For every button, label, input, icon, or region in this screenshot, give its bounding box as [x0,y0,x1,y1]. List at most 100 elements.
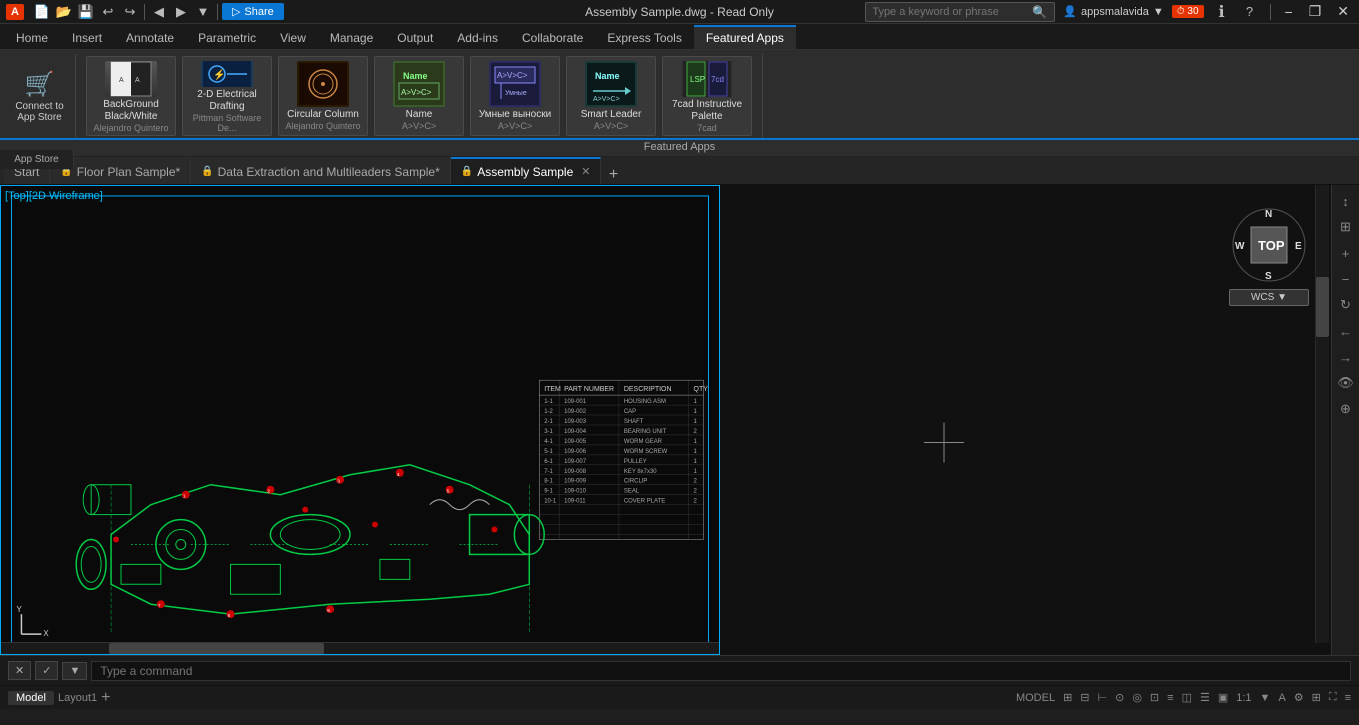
polar-icon[interactable]: ⊙ [1115,691,1124,704]
anno-icon[interactable]: A [1278,692,1285,704]
sep2 [217,4,218,20]
add-tab-button[interactable]: + [601,166,625,184]
walk-tool[interactable]: ⊕ [1334,397,1358,421]
pan-left-tool[interactable]: ← [1334,319,1358,343]
user-info[interactable]: 👤 appsmalavida ▼ [1063,5,1163,18]
dropdown-icon[interactable]: ▼ [193,2,213,22]
dynmode-icon[interactable]: ⊡ [1150,691,1159,704]
search-input[interactable] [872,6,1032,18]
app-store-label[interactable]: App Store [14,154,58,165]
undo-icon[interactable]: ↩ [98,2,118,22]
customize-icon[interactable]: ≡ [1345,692,1351,704]
workspace-icon[interactable]: ⚙ [1294,691,1304,704]
transparency-icon[interactable]: ◫ [1182,691,1192,704]
back-icon[interactable]: ◀ [149,2,169,22]
nav-cube[interactable]: N S E W TOP [1229,205,1309,285]
look-tool[interactable]: 👁 [1334,371,1358,395]
vertical-scrollbar[interactable] [1315,185,1329,643]
cad-canvas[interactable]: [Top][2D Wireframe] ITEM PART NUMBER DES… [0,185,720,655]
svg-text:X: X [43,629,49,638]
tab-close-assembly[interactable]: ✕ [581,165,590,178]
forward-icon[interactable]: ▶ [171,2,191,22]
scale-dropdown[interactable]: ▼ [1260,692,1271,704]
nav-cube-container: N S E W TOP WCS ▼ [1229,205,1309,306]
layout1-tab[interactable]: Layout1 [58,692,97,704]
tab-annotate[interactable]: Annotate [114,25,186,49]
svg-text:109-009: 109-009 [564,479,587,485]
svg-text:7-1: 7-1 [544,469,553,475]
lineweight-icon[interactable]: ≡ [1167,692,1173,704]
tab-data-extraction[interactable]: 🔒 Data Extraction and Multileaders Sampl… [191,157,451,184]
svg-text:9-1: 9-1 [544,489,553,495]
doc-tabs: Start 🔒 Floor Plan Sample* 🔒 Data Extrac… [0,157,1359,185]
save-icon[interactable]: 💾 [76,2,96,22]
snap-icon[interactable]: ⊟ [1080,691,1089,704]
svg-text:LSP: LSP [690,75,705,84]
wcs-button[interactable]: WCS ▼ [1229,289,1309,306]
qprop-icon[interactable]: ☰ [1200,691,1210,704]
tab-addins[interactable]: Add-ins [445,25,510,49]
app-7cad[interactable]: LSP 7cd 7cad Instructive Palette 7cad [662,56,752,136]
svg-text:4-1: 4-1 [544,439,553,445]
app-thumb-umnie: A>V>C> Умные [489,61,541,107]
close-button[interactable]: ✕ [1333,3,1353,20]
zoom-extents-tool[interactable]: ⊞ [1334,215,1358,239]
svg-text:DESCRIPTION: DESCRIPTION [624,386,672,393]
app-circular-column[interactable]: Circular Column Alejandro Quintero [278,56,368,136]
app-name1[interactable]: Name A>V>C> Name A>V>C> [374,56,464,136]
tab-view[interactable]: View [268,25,318,49]
grid-icon[interactable]: ⊞ [1063,691,1072,704]
model-tab[interactable]: Model [8,691,54,705]
tab-featured-apps[interactable]: Featured Apps [694,25,796,49]
command-input[interactable] [91,661,1351,681]
restore-button[interactable]: ❐ [1305,3,1326,20]
new-icon[interactable]: 📄 [32,2,52,22]
app-electrical[interactable]: ⚡ 2-D Electrical Drafting Pittman Softwa… [182,56,272,136]
pan-right-tool[interactable]: → [1334,345,1358,369]
ortho-icon[interactable]: ⊢ [1098,691,1108,704]
svg-text:WORM GEAR: WORM GEAR [624,439,663,445]
add-layout-button[interactable]: + [101,689,110,707]
selection-icon[interactable]: ▣ [1218,691,1228,704]
svg-text:Y: Y [16,605,22,614]
connect-appstore-button[interactable]: 🛒 Connect to App Store [4,54,76,138]
tab-manage[interactable]: Manage [318,25,385,49]
info-icon[interactable]: ℹ [1212,2,1232,22]
app-smart-leader[interactable]: Name A>V>C> Smart Leader A>V>C> [566,56,656,136]
help-icon[interactable]: ? [1240,2,1260,22]
tab-output[interactable]: Output [385,25,445,49]
clock-value: 30 [1187,6,1198,17]
tab-insert[interactable]: Insert [60,25,114,49]
tab-home[interactable]: Home [4,25,60,49]
redo-icon[interactable]: ↪ [120,2,140,22]
cmd-cancel[interactable]: ✕ [8,661,31,680]
svg-text:7cd: 7cd [711,75,724,84]
horizontal-scrollbar[interactable] [1,642,719,654]
open-icon[interactable]: 📂 [54,2,74,22]
svg-text:Умные: Умные [505,90,527,97]
ui-icon[interactable]: ⊞ [1312,691,1321,704]
zoom-out-tool[interactable]: − [1334,267,1358,291]
search-bar[interactable]: 🔍 [865,2,1055,22]
tab-collaborate[interactable]: Collaborate [510,25,595,49]
app-author-7cad: 7cad [697,123,717,133]
app-background-bw[interactable]: A A BackGround Black/White Alejandro Qui… [86,56,176,136]
fullscreen-icon[interactable]: ⛶ [1329,691,1337,704]
app-umnie[interactable]: A>V>C> Умные Умные выноски A>V>C> [470,56,560,136]
cmd-dropdown[interactable]: ▼ [62,662,87,680]
titlebar-right: 🔍 👤 appsmalavida ▼ ⏱ 30 ℹ ? − ❐ ✕ [865,2,1353,22]
tab-parametric[interactable]: Parametric [186,25,268,49]
share-button[interactable]: ▷ Share [222,3,284,20]
zoom-in-tool[interactable]: + [1334,241,1358,265]
search-icon[interactable]: 🔍 [1032,5,1047,19]
pan-tool[interactable]: ↕ [1334,189,1358,213]
crosshair [924,422,964,465]
tab-express-tools[interactable]: Express Tools [595,25,693,49]
orbit-tool[interactable]: ↻ [1334,293,1358,317]
tab-assembly-sample[interactable]: 🔒 Assembly Sample ✕ [451,157,602,184]
osnap-icon[interactable]: ◎ [1132,691,1142,704]
cmd-confirm[interactable]: ✓ [35,661,58,680]
svg-text:A>V>C>: A>V>C> [401,88,432,97]
svg-text:QTY: QTY [694,386,709,393]
minimize-button[interactable]: − [1281,4,1297,20]
